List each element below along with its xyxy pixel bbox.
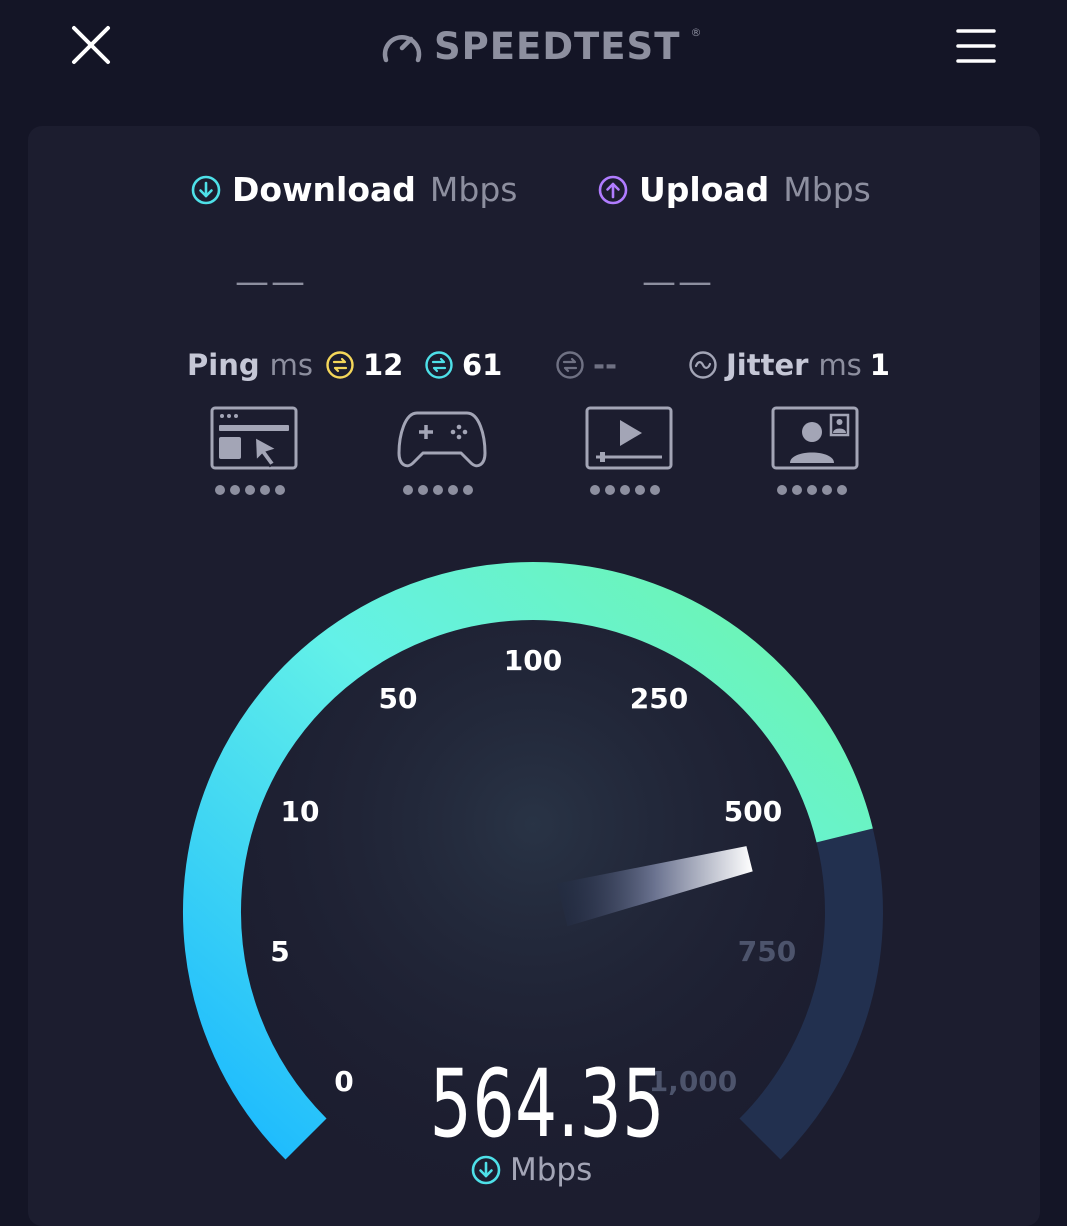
jitter-value: 1 xyxy=(869,348,890,382)
ping-upload-value: -- xyxy=(593,348,618,382)
gauge-tick-0: 0 xyxy=(334,1065,353,1098)
readout-unit-label: Mbps xyxy=(510,1152,593,1188)
gauge-logo-icon xyxy=(382,35,422,63)
download-arrow-icon xyxy=(191,175,221,204)
top-bar: SPEEDTEST ® xyxy=(0,0,1067,95)
gaming-controller-icon[interactable] xyxy=(397,405,487,475)
ping-label: Ping xyxy=(187,348,260,382)
ping-download-group: 61 xyxy=(424,345,502,385)
upload-value: —— xyxy=(642,262,714,302)
video-call-rating xyxy=(777,485,847,495)
jitter-group: Jitter ms 1 xyxy=(688,345,890,385)
download-value: —— xyxy=(235,262,307,302)
gauge-tick-100: 100 xyxy=(504,644,562,677)
video-call-icon[interactable] xyxy=(770,405,860,475)
gauge-tick-750: 750 xyxy=(738,935,796,968)
gauge-tick-5: 5 xyxy=(270,935,289,968)
speed-readout: 564.35 xyxy=(429,1050,666,1159)
download-label: Download xyxy=(232,170,416,209)
download-header: Download Mbps xyxy=(190,170,517,209)
hamburger-menu-icon[interactable] xyxy=(950,22,1002,70)
gaming-rating xyxy=(403,485,473,495)
jitter-unit: ms xyxy=(818,348,862,382)
ping-upload-group: -- xyxy=(555,345,617,385)
speedtest-logo: SPEEDTEST ® xyxy=(380,24,701,68)
gauge-tick-250: 250 xyxy=(630,682,688,715)
upload-label: Upload xyxy=(639,170,770,209)
gauge-tick-50: 50 xyxy=(379,682,418,715)
video-streaming-icon[interactable] xyxy=(584,405,674,475)
upload-arrow-icon xyxy=(598,175,628,204)
ping-idle-icon xyxy=(326,351,354,379)
web-browsing-rating xyxy=(215,485,285,495)
web-browsing-icon[interactable] xyxy=(209,405,299,475)
ping-group: Ping ms 12 xyxy=(187,345,403,385)
logo-text: SPEEDTEST xyxy=(434,24,681,68)
jitter-icon xyxy=(689,351,717,379)
upload-header: Upload Mbps xyxy=(597,170,871,209)
ping-unit: ms xyxy=(269,348,313,382)
jitter-label: Jitter xyxy=(726,348,809,382)
upload-unit: Mbps xyxy=(783,170,871,209)
ping-idle-value: 12 xyxy=(362,348,404,382)
download-unit: Mbps xyxy=(429,170,518,209)
ping-upload-icon xyxy=(556,351,584,379)
ping-download-value: 61 xyxy=(462,348,503,382)
gauge-tick-10: 10 xyxy=(281,795,320,828)
readout-unit: Mbps xyxy=(470,1152,592,1188)
logo-trademark: ® xyxy=(690,26,702,39)
gauge-tick-500: 500 xyxy=(724,795,782,828)
video-streaming-rating xyxy=(590,485,660,495)
close-icon[interactable] xyxy=(62,20,122,72)
download-arrow-icon xyxy=(471,1155,501,1185)
ping-download-icon xyxy=(425,351,453,379)
